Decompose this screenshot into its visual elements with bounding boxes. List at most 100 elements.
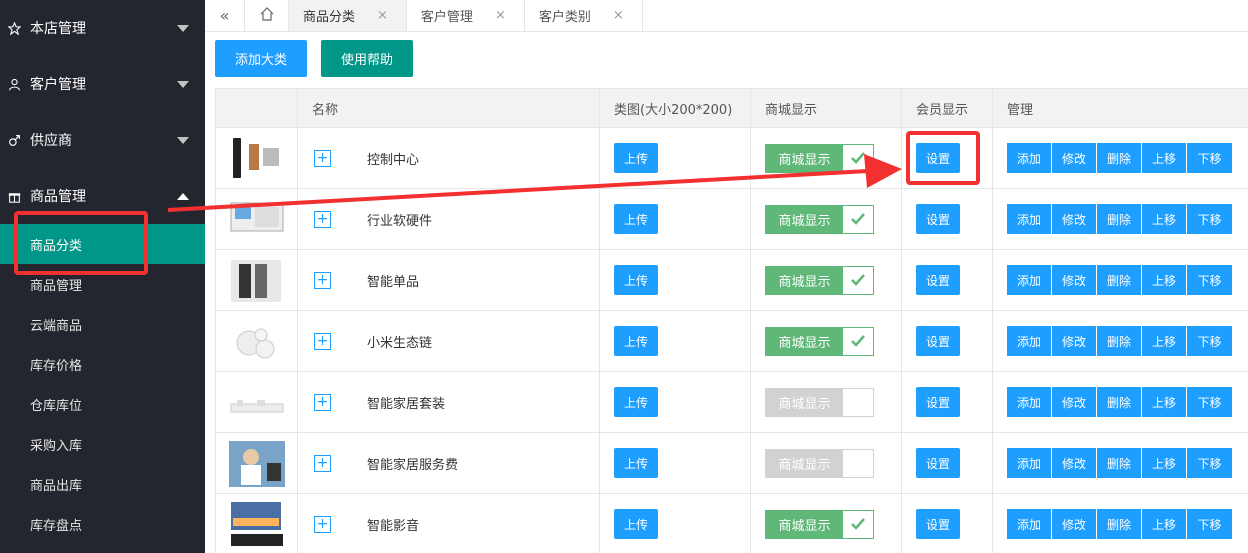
name-cell: + 智能家居服务费 bbox=[297, 432, 600, 494]
switch-label: 商城显示 bbox=[766, 388, 843, 416]
mall-display-switch[interactable]: 商城显示 bbox=[765, 143, 874, 173]
upload-button[interactable]: 上传 bbox=[614, 143, 658, 173]
mall-display-cell: 商城显示 bbox=[750, 249, 902, 311]
upload-cell: 上传 bbox=[599, 493, 751, 553]
op-button[interactable]: 修改 bbox=[1052, 387, 1097, 417]
close-icon[interactable]: × bbox=[377, 8, 388, 23]
expand-icon[interactable]: + bbox=[314, 271, 331, 289]
mall-display-switch[interactable]: 商城显示 bbox=[765, 326, 874, 356]
op-button[interactable]: 下移 bbox=[1187, 509, 1232, 539]
tab-goods-category[interactable]: 商品分类 × bbox=[289, 0, 407, 31]
upload-button[interactable]: 上传 bbox=[614, 387, 658, 417]
op-button[interactable]: 修改 bbox=[1052, 265, 1097, 295]
sidebar-item-goods-out[interactable]: 商品出库 bbox=[0, 464, 205, 504]
switch-label: 商城显示 bbox=[766, 510, 843, 538]
op-button[interactable]: 删除 bbox=[1097, 448, 1142, 478]
op-button[interactable]: 删除 bbox=[1097, 509, 1142, 539]
sidebar-item-stocktake[interactable]: 库存盘点 bbox=[0, 504, 205, 544]
setting-button[interactable]: 设置 bbox=[916, 387, 960, 417]
expand-icon[interactable]: + bbox=[314, 515, 331, 533]
setting-button[interactable]: 设置 bbox=[916, 204, 960, 234]
op-button[interactable]: 删除 bbox=[1097, 326, 1142, 356]
op-button[interactable]: 修改 bbox=[1052, 143, 1097, 173]
tab-customer-manage[interactable]: 客户管理 × bbox=[407, 0, 525, 31]
category-name: 智能影音 bbox=[367, 518, 420, 534]
op-button[interactable]: 修改 bbox=[1052, 509, 1097, 539]
setting-button[interactable]: 设置 bbox=[916, 448, 960, 478]
column-header-category-image: 类图(大小200*200) bbox=[599, 88, 751, 128]
sidebar-item-warehouse[interactable]: 仓库库位 bbox=[0, 384, 205, 424]
category-name: 控制中心 bbox=[367, 152, 420, 168]
op-button[interactable]: 修改 bbox=[1052, 448, 1097, 478]
op-button[interactable]: 添加 bbox=[1007, 265, 1052, 295]
expand-icon[interactable]: + bbox=[314, 210, 331, 228]
menu-group-store[interactable]: 本店管理 bbox=[0, 0, 205, 56]
op-button[interactable]: 上移 bbox=[1142, 326, 1187, 356]
upload-button[interactable]: 上传 bbox=[614, 204, 658, 234]
close-icon[interactable]: × bbox=[613, 8, 624, 23]
op-button[interactable]: 删除 bbox=[1097, 387, 1142, 417]
op-button[interactable]: 删除 bbox=[1097, 265, 1142, 295]
switch-label: 商城显示 bbox=[766, 266, 843, 294]
op-button[interactable]: 添加 bbox=[1007, 143, 1052, 173]
expand-icon[interactable]: + bbox=[314, 393, 331, 411]
sidebar-item-stock-price[interactable]: 库存价格 bbox=[0, 344, 205, 384]
expand-icon[interactable]: + bbox=[314, 332, 331, 350]
op-button[interactable]: 上移 bbox=[1142, 204, 1187, 234]
mall-display-switch[interactable]: 商城显示 bbox=[765, 265, 874, 295]
op-button[interactable]: 上移 bbox=[1142, 387, 1187, 417]
op-button[interactable]: 修改 bbox=[1052, 204, 1097, 234]
ops-group: 添加 修改 删除 上移 下移 bbox=[1007, 326, 1248, 356]
setting-button[interactable]: 设置 bbox=[916, 509, 960, 539]
op-button[interactable]: 下移 bbox=[1187, 143, 1232, 173]
op-button[interactable]: 下移 bbox=[1187, 326, 1232, 356]
upload-button[interactable]: 上传 bbox=[614, 326, 658, 356]
mall-display-switch[interactable]: 商城显示 bbox=[765, 448, 874, 478]
manage-cell: 添加 修改 删除 上移 下移 bbox=[992, 310, 1248, 372]
op-button[interactable]: 删除 bbox=[1097, 204, 1142, 234]
op-button[interactable]: 修改 bbox=[1052, 326, 1097, 356]
op-button[interactable]: 上移 bbox=[1142, 448, 1187, 478]
op-button[interactable]: 下移 bbox=[1187, 387, 1232, 417]
manage-cell: 添加 修改 删除 上移 下移 bbox=[992, 127, 1248, 189]
op-button[interactable]: 上移 bbox=[1142, 265, 1187, 295]
op-button[interactable]: 添加 bbox=[1007, 509, 1052, 539]
op-button[interactable]: 上移 bbox=[1142, 509, 1187, 539]
upload-button[interactable]: 上传 bbox=[614, 265, 658, 295]
op-button[interactable]: 下移 bbox=[1187, 448, 1232, 478]
close-icon[interactable]: × bbox=[495, 8, 506, 23]
op-button[interactable]: 添加 bbox=[1007, 326, 1052, 356]
manage-cell: 添加 修改 删除 上移 下移 bbox=[992, 432, 1248, 494]
setting-button[interactable]: 设置 bbox=[916, 326, 960, 356]
tab-customer-type[interactable]: 客户类别 × bbox=[525, 0, 643, 31]
add-category-button[interactable]: 添加大类 bbox=[215, 40, 307, 77]
op-button[interactable]: 下移 bbox=[1187, 204, 1232, 234]
category-thumbnail bbox=[236, 328, 274, 359]
op-button[interactable]: 上移 bbox=[1142, 143, 1187, 173]
switch-label: 商城显示 bbox=[766, 205, 843, 233]
column-header-manage: 管理 bbox=[992, 88, 1248, 128]
op-button[interactable]: 添加 bbox=[1007, 387, 1052, 417]
op-button[interactable]: 添加 bbox=[1007, 204, 1052, 234]
upload-button[interactable]: 上传 bbox=[614, 448, 658, 478]
member-display-cell: 设置 bbox=[901, 371, 993, 433]
menu-group-supplier[interactable]: 供应商 bbox=[0, 112, 205, 168]
op-button[interactable]: 删除 bbox=[1097, 143, 1142, 173]
op-button[interactable]: 添加 bbox=[1007, 448, 1052, 478]
star-icon bbox=[6, 20, 22, 36]
mall-display-switch[interactable]: 商城显示 bbox=[765, 204, 874, 234]
expand-icon[interactable]: + bbox=[314, 454, 331, 472]
mall-display-switch[interactable]: 商城显示 bbox=[765, 509, 874, 539]
expand-icon[interactable]: + bbox=[314, 149, 331, 167]
tab-home[interactable] bbox=[245, 0, 289, 31]
sidebar-item-cloud-goods[interactable]: 云端商品 bbox=[0, 304, 205, 344]
help-button[interactable]: 使用帮助 bbox=[321, 40, 413, 77]
setting-button[interactable]: 设置 bbox=[916, 265, 960, 295]
user-icon bbox=[6, 76, 22, 92]
op-button[interactable]: 下移 bbox=[1187, 265, 1232, 295]
upload-button[interactable]: 上传 bbox=[614, 509, 658, 539]
menu-group-customer[interactable]: 客户管理 bbox=[0, 56, 205, 112]
tabs-prev-button[interactable]: « bbox=[205, 0, 245, 31]
sidebar-item-purchase-in[interactable]: 采购入库 bbox=[0, 424, 205, 464]
mall-display-switch[interactable]: 商城显示 bbox=[765, 387, 874, 417]
